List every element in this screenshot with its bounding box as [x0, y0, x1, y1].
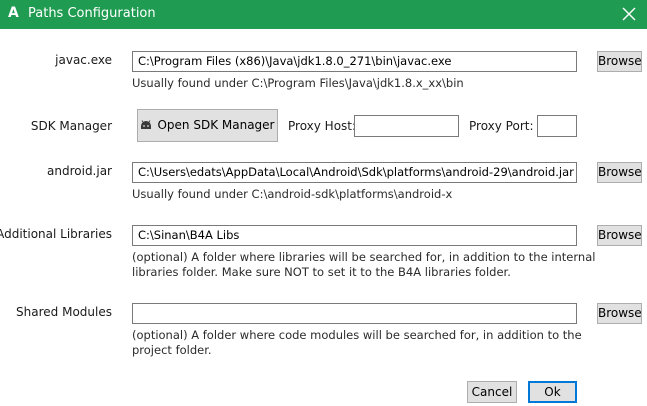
javac-label: javac.exe — [55, 53, 112, 67]
window-title: Paths Configuration — [28, 6, 156, 21]
shared-modules-browse-button[interactable]: Browse — [597, 303, 642, 324]
proxy-port-label: Proxy Port: — [469, 119, 534, 133]
android-jar-browse-button[interactable]: Browse — [597, 162, 642, 183]
paths-configuration-dialog: A Paths Configuration javac.exe C:\Progr… — [0, 0, 647, 406]
javac-browse-button[interactable]: Browse — [597, 51, 642, 72]
additional-libraries-label: Additional Libraries — [0, 227, 112, 241]
additional-libraries-hint-line1: (optional) A folder where libraries will… — [132, 250, 596, 264]
open-sdk-manager-label: Open SDK Manager — [157, 118, 275, 132]
cancel-button[interactable]: Cancel — [467, 381, 517, 403]
android-jar-hint: Usually found under C:\android-sdk\platf… — [132, 187, 453, 201]
javac-path-input[interactable]: C:\Program Files (x86)\Java\jdk1.8.0_271… — [132, 51, 577, 72]
b4a-logo-icon: A — [8, 5, 19, 21]
proxy-host-label: Proxy Host: — [288, 119, 357, 133]
ok-button[interactable]: Ok — [528, 381, 577, 403]
android-icon — [141, 120, 152, 129]
additional-libraries-path-input[interactable]: C:\Sinan\B4A Libs — [132, 225, 577, 246]
shared-modules-hint-line1: (optional) A folder where code modules w… — [132, 328, 582, 342]
javac-hint: Usually found under C:\Program Files\Jav… — [132, 76, 464, 90]
shared-modules-hint-line2: project folder. — [132, 343, 212, 357]
additional-libraries-hint-line2: libraries folder. Make sure NOT to set i… — [132, 265, 511, 279]
shared-modules-path-input[interactable] — [132, 303, 577, 324]
shared-modules-label: Shared Modules — [16, 305, 112, 319]
proxy-port-input[interactable] — [537, 115, 577, 137]
android-jar-label: android.jar — [47, 164, 112, 178]
close-icon[interactable] — [620, 5, 638, 23]
title-bar[interactable]: A Paths Configuration — [0, 0, 647, 29]
proxy-host-input[interactable] — [354, 115, 459, 137]
android-jar-path-input[interactable]: C:\Users\edats\AppData\Local\Android\Sdk… — [132, 162, 577, 183]
additional-libraries-browse-button[interactable]: Browse — [597, 225, 642, 246]
open-sdk-manager-button[interactable]: Open SDK Manager — [137, 109, 278, 142]
sdk-manager-label: SDK Manager — [30, 119, 112, 133]
